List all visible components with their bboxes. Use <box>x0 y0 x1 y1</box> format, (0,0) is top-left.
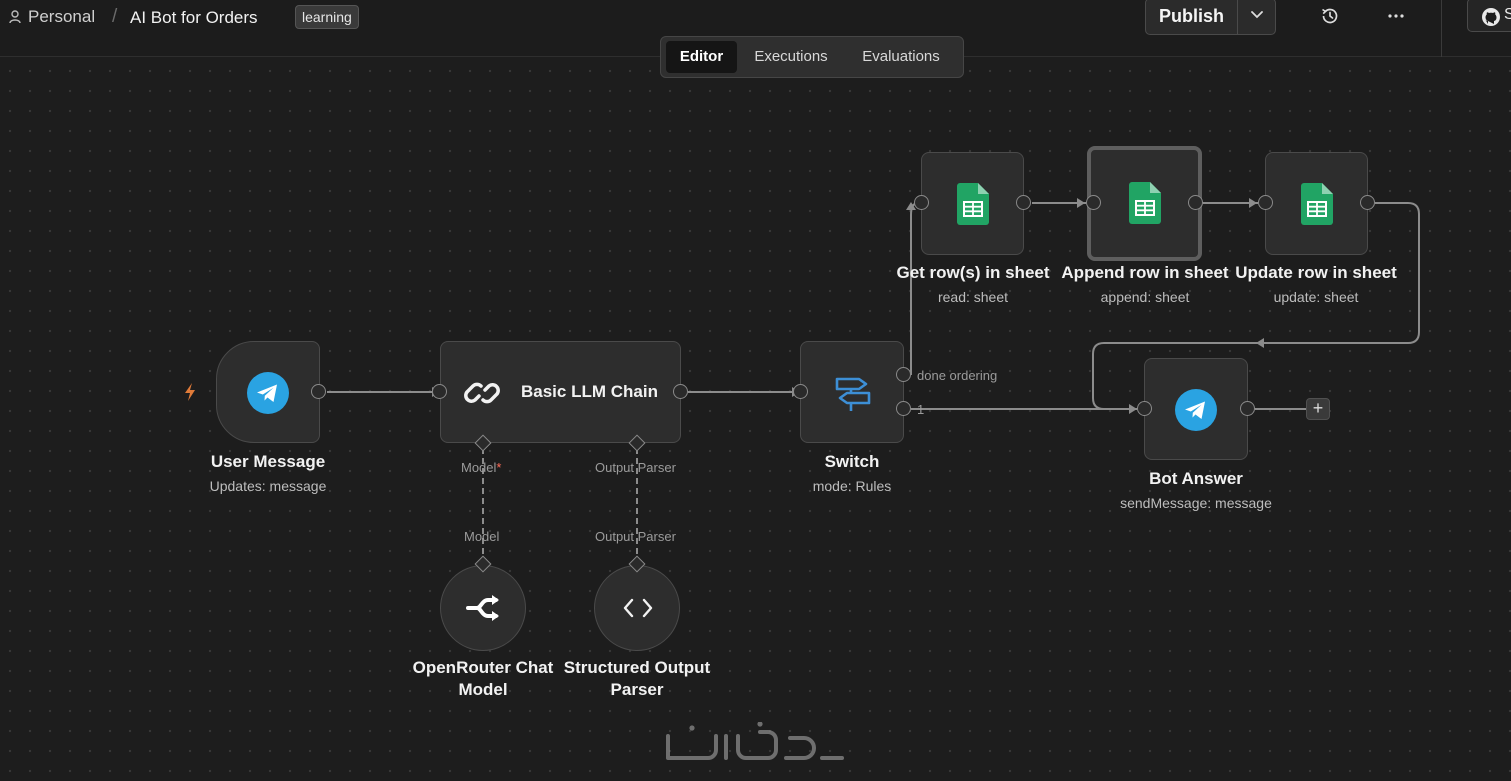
input-handle[interactable] <box>432 384 447 399</box>
signpost-icon <box>835 377 871 411</box>
code-brackets-icon <box>623 598 653 618</box>
node-title: Bot Answer <box>1149 469 1243 488</box>
output-handle[interactable] <box>1188 195 1203 210</box>
input-handle[interactable] <box>1137 401 1152 416</box>
arrow-head <box>1129 404 1137 414</box>
telegram-icon <box>247 372 289 414</box>
output-label-done-ordering: done ordering <box>917 368 998 383</box>
required-marker: * <box>496 460 502 475</box>
node-basic-llm-chain[interactable]: Basic LLM Chain <box>440 341 681 443</box>
node-openrouter-chat-model[interactable] <box>440 565 526 651</box>
arrow-head <box>1256 338 1264 348</box>
output-handle[interactable] <box>1360 195 1375 210</box>
node-title: Structured Output <box>563 658 711 677</box>
output-parser-port-label: Output Parser <box>595 460 676 475</box>
node-subtitle: update: sheet <box>1273 289 1359 305</box>
node-title: Basic LLM Chain <box>521 382 658 401</box>
watermark-logo <box>666 722 844 760</box>
output-parser-port-label: Output Parser <box>595 529 676 544</box>
telegram-icon <box>1175 389 1217 431</box>
node-subtitle: sendMessage: message <box>1120 495 1272 511</box>
google-sheets-icon <box>1301 183 1333 225</box>
output-handle-1[interactable] <box>896 401 911 416</box>
node-subtitle: Updates: message <box>209 478 327 494</box>
node-update-row-in-sheet[interactable] <box>1265 152 1368 255</box>
input-handle[interactable] <box>793 384 808 399</box>
input-handle[interactable] <box>1258 195 1273 210</box>
output-handle-done-ordering[interactable] <box>896 367 911 382</box>
node-title-line2: Parser <box>610 680 664 699</box>
output-handle[interactable] <box>311 384 326 399</box>
output-handle[interactable] <box>1240 401 1255 416</box>
input-handle[interactable] <box>914 195 929 210</box>
output-handle[interactable] <box>1016 195 1031 210</box>
output-label-1: 1 <box>917 402 925 417</box>
google-sheets-icon <box>957 183 989 225</box>
node-title: User Message <box>210 452 326 471</box>
node-subtitle: mode: Rules <box>812 478 892 494</box>
google-sheets-icon <box>1129 182 1161 224</box>
node-get-rows-in-sheet[interactable] <box>921 152 1024 255</box>
node-append-row-in-sheet[interactable] <box>1087 146 1202 261</box>
node-title: Update row in sheet <box>1235 263 1397 282</box>
model-port-label: Model <box>464 529 500 544</box>
model-port-label: Model* <box>461 460 502 475</box>
arrow-head <box>1077 198 1085 208</box>
node-switch[interactable] <box>800 341 904 443</box>
node-structured-output-parser[interactable] <box>594 565 680 651</box>
node-bot-answer[interactable] <box>1144 358 1248 460</box>
link-icon <box>464 382 500 404</box>
trigger-bolt-icon <box>185 383 195 401</box>
add-node-button[interactable]: + <box>1306 398 1330 420</box>
output-handle[interactable] <box>673 384 688 399</box>
node-user-message[interactable] <box>216 341 320 443</box>
input-handle[interactable] <box>1086 195 1101 210</box>
openrouter-icon <box>466 595 499 621</box>
node-title: Switch <box>824 452 880 471</box>
arrow-head <box>1249 198 1257 208</box>
